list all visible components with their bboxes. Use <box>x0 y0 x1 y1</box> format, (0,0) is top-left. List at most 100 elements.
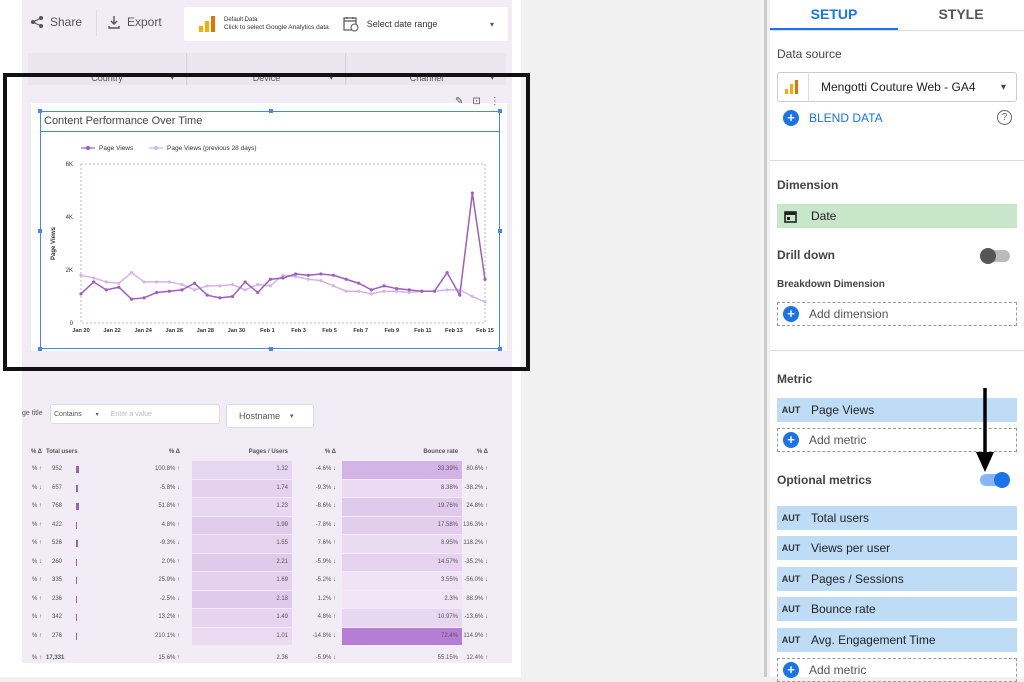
table-cell: -56.0% ↓ <box>464 577 488 583</box>
table-cell: -9.3% ↓ <box>315 484 336 491</box>
table-cell: 526 <box>52 540 63 546</box>
add-icon: + <box>783 306 799 322</box>
optional-metric-pages-per-session[interactable]: AUT Pages / Sessions <box>777 567 1017 591</box>
table-cell: -5.9% ↓ <box>315 558 336 565</box>
table-cell: -2.5% ↓ <box>159 595 180 602</box>
table-cell: 210.1% ↑ <box>154 632 180 639</box>
table-cell: -8.6% ↓ <box>315 503 336 509</box>
table-cell: 768 <box>52 503 63 509</box>
aggregation-badge[interactable]: AUT <box>777 635 805 645</box>
export-button[interactable]: Export <box>107 15 162 29</box>
table-total-cell: 17,331 <box>46 655 65 661</box>
dimension-value: Date <box>811 209 837 223</box>
table-cell: -35.2% ↓ <box>464 558 488 565</box>
column-header[interactable]: % Δ <box>22 449 42 455</box>
analytics-icon <box>199 16 215 32</box>
scrollbar-thumb[interactable] <box>764 0 767 677</box>
add-metric-label: Add metric <box>809 663 867 677</box>
table-cell: % ↑ <box>31 521 42 528</box>
page-title-filter-label: ge title <box>22 410 43 417</box>
table-cell: 24.8% ↑ <box>466 503 488 509</box>
table-cell: 4.8% ↑ <box>161 521 180 528</box>
dimension-chip-date[interactable]: Date <box>777 204 1017 228</box>
drill-down-toggle[interactable] <box>980 248 1010 264</box>
hostname-filter[interactable]: Hostname ▾ <box>226 404 314 428</box>
table-cell: 276 <box>52 632 63 639</box>
page-title-filter[interactable]: Contains ▾ Enter a value <box>50 404 220 424</box>
data-source-bar[interactable]: Default Data Click to select Google Anal… <box>184 7 508 41</box>
optional-metric-bounce-rate[interactable]: AUT Bounce rate <box>777 597 1017 621</box>
table-cell: -13.6% ↓ <box>464 614 488 620</box>
table-total-cell: -5.9% ↓ <box>315 655 336 661</box>
table-cell: 25.9% ↑ <box>158 577 180 583</box>
column-header[interactable]: % Δ <box>292 449 336 455</box>
chevron-down-icon[interactable]: ▾ <box>490 20 494 29</box>
data-source-label: Data source <box>777 47 842 61</box>
column-header[interactable]: Bounce rate <box>342 449 458 455</box>
table-cell: 80.6% ↑ <box>466 466 488 472</box>
breakdown-dimension-label: Breakdown Dimension <box>777 279 885 290</box>
dimension-label: Dimension <box>777 178 839 192</box>
filter-operator[interactable]: Contains <box>54 411 82 418</box>
table-cell: 8.38% <box>440 484 458 491</box>
section-divider <box>770 350 1024 351</box>
chevron-down-icon: ▾ <box>95 411 99 418</box>
optional-metric-label: Bounce rate <box>811 602 876 616</box>
table-cell: 2.21 <box>276 558 288 565</box>
aggregation-badge[interactable]: AUT <box>777 604 805 614</box>
optional-metric-total-users[interactable]: AUT Total users <box>777 506 1017 530</box>
add-metric-label: Add metric <box>809 433 867 447</box>
blend-data-button[interactable]: + BLEND DATA <box>783 110 883 126</box>
optional-metric-label: Avg. Engagement Time <box>811 633 936 647</box>
table-cell: % ↑ <box>31 632 42 639</box>
highlight-box <box>3 73 530 371</box>
aggregation-badge[interactable]: AUT <box>777 405 805 415</box>
chevron-down-icon: ▾ <box>290 413 294 420</box>
metric-label: Metric <box>777 372 813 386</box>
share-icon <box>31 16 43 28</box>
optional-metric-label: Total users <box>811 511 870 525</box>
help-icon[interactable]: ? <box>997 110 1012 125</box>
table-cell: % ↑ <box>31 503 42 509</box>
aggregation-badge[interactable]: AUT <box>777 574 805 584</box>
add-optional-metric-button[interactable]: + Add metric <box>777 658 1017 682</box>
tab-style[interactable]: STYLE <box>898 0 1024 28</box>
share-label: Share <box>50 15 83 29</box>
table-cell: 2.18 <box>276 595 288 602</box>
table-cell: % ↑ <box>31 466 42 472</box>
table-cell: 118.2% ↑ <box>463 540 488 546</box>
add-icon: + <box>783 110 799 126</box>
column-header[interactable]: % Δ <box>462 449 488 455</box>
data-source-select[interactable]: Mengotti Couture Web - GA4 ▾ <box>777 72 1017 102</box>
add-dimension-button[interactable]: + Add dimension <box>777 302 1017 326</box>
column-header[interactable]: % Δ <box>140 449 180 455</box>
table-cell: 1.01 <box>276 632 288 639</box>
tab-setup[interactable]: SETUP <box>770 0 898 28</box>
drill-down-label: Drill down <box>777 248 835 262</box>
share-button[interactable]: Share <box>30 15 82 29</box>
add-dimension-label: Add dimension <box>809 307 889 321</box>
table-cell: 33.39% <box>437 466 458 472</box>
table-cell: 10.97% <box>437 614 458 620</box>
filter-value-input[interactable]: Enter a value <box>111 411 152 418</box>
aggregation-badge[interactable]: AUT <box>777 513 805 523</box>
toolbar-divider <box>96 10 97 36</box>
optional-metrics-toggle[interactable] <box>980 472 1010 488</box>
table-cell: 72.4% <box>440 632 458 639</box>
data-source-subtitle: Click to select Google Analytics data <box>224 24 329 31</box>
optional-metric-avg-engagement-time[interactable]: AUT Avg. Engagement Time <box>777 628 1017 652</box>
date-range-label[interactable]: Select date range <box>367 19 438 29</box>
column-header[interactable]: Total users <box>46 449 86 455</box>
blend-data-label: BLEND DATA <box>809 111 883 125</box>
table-cell: -38.2% ↓ <box>464 484 488 491</box>
data-source-value: Mengotti Couture Web - GA4 <box>821 80 976 94</box>
section-divider <box>770 160 1024 161</box>
table-cell: 1.2% ↑ <box>317 595 336 602</box>
arrow-annotation <box>976 388 994 472</box>
table-cell: 2.0% ↑ <box>161 558 180 565</box>
add-icon: + <box>783 432 799 448</box>
optional-metric-views-per-user[interactable]: AUT Views per user <box>777 536 1017 560</box>
table-cell: 1.23 <box>276 503 288 509</box>
aggregation-badge[interactable]: AUT <box>777 543 805 553</box>
column-header[interactable]: Pages / Users <box>192 449 288 455</box>
